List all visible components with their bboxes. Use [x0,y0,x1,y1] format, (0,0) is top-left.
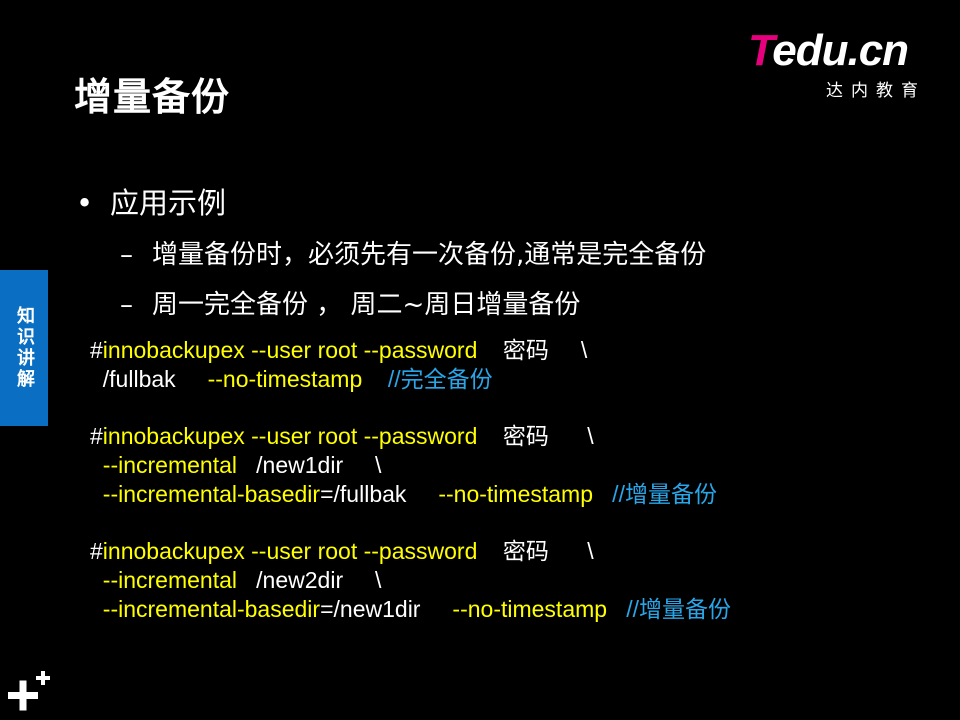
code-segment: /fullbak [90,366,208,392]
plus-icon [8,671,50,711]
code-segment: --no-timestamp [452,596,608,622]
code-line: #innobackupex --user root --password 密码 … [90,422,717,451]
logo-brand-first: T [748,26,773,75]
code-line: --incremental /new1dir \ [90,451,717,480]
bullet-dash-icon: – [120,240,133,270]
bullet-level1-text: 应用示例 [110,186,227,220]
code-segment: 密码 \ [477,337,588,363]
side-tab: 知识讲解 [0,270,48,426]
code-line: --incremental-basedir=/fullbak --no-time… [90,480,717,509]
bullet-level2-item: – 周一完全备份 ， 周二~周日增量备份 [120,284,580,321]
bullet-level2-item: – 增量备份时，必须先有一次备份,通常是完全备份 [120,234,706,271]
side-tab-label: 知识讲解 [14,306,35,390]
code-segment: innobackupex --user root --password [102,423,478,449]
code-segment: 密码 \ [477,538,594,564]
bullet-level2-text: 增量备份时，必须先有一次备份,通常是完全备份 [152,240,707,270]
code-block-incremental-2: #innobackupex --user root --password 密码 … [90,537,731,624]
bullet-level1: • 应用示例 [76,180,226,222]
code-line: --incremental /new2dir \ [90,566,731,595]
code-segment: # [90,337,103,363]
logo-wordmark: Tedu.cn [748,26,909,76]
bullet-level2-text: 周一完全备份 ， 周二~周日增量备份 [152,290,581,320]
tedu-logo: Tedu.cn 达内教育 [748,26,938,106]
bullet-dash-icon: – [120,290,133,320]
code-segment: //增量备份 [593,481,717,507]
code-segment: //完全备份 [362,366,493,392]
logo-subtitle: 达内教育 [826,81,926,101]
page-title: 增量备份 [74,75,231,119]
code-segment: //增量备份 [607,596,732,622]
code-line: #innobackupex --user root --password 密码 … [90,336,587,365]
code-segment: /new1dir \ [237,452,382,478]
code-segment: --incremental-basedir [102,481,321,507]
code-segment: --incremental [102,452,237,478]
bullet-dot-icon: • [76,186,94,220]
code-segment: innobackupex --user root --password [102,337,478,363]
code-segment: /new2dir \ [237,567,382,593]
code-segment: --incremental [102,567,237,593]
code-segment: =/new1dir [320,596,453,622]
code-segment: --no-timestamp [207,366,363,392]
code-line: /fullbak --no-timestamp //完全备份 [90,365,587,394]
logo-brand-rest: edu.cn [772,26,909,75]
code-line: --incremental-basedir=/new1dir --no-time… [90,595,731,624]
code-segment: --incremental-basedir [102,596,321,622]
code-segment: # [90,423,103,449]
code-segment: 密码 \ [477,423,594,449]
code-segment: innobackupex --user root --password [102,538,478,564]
code-segment: # [90,538,103,564]
code-line: #innobackupex --user root --password 密码 … [90,537,731,566]
code-segment: =/fullbak [320,481,439,507]
code-block-incremental-1: #innobackupex --user root --password 密码 … [90,422,717,509]
code-block-full-backup: #innobackupex --user root --password 密码 … [90,336,587,394]
code-segment: --no-timestamp [438,481,594,507]
